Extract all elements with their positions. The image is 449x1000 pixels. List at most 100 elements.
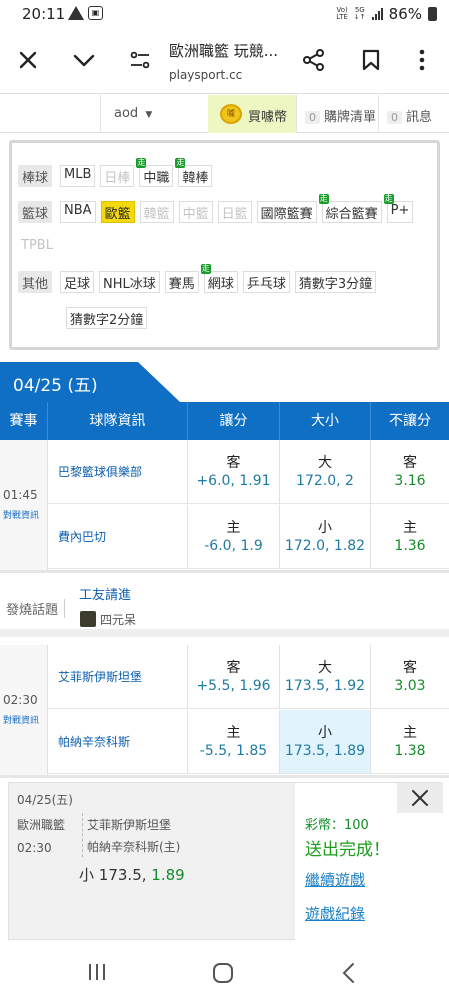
odds-value: +6.0, 1.91 bbox=[196, 473, 271, 489]
ticket-list-button[interactable]: 0 購牌清單 bbox=[296, 95, 378, 133]
share-icon[interactable] bbox=[300, 46, 328, 74]
sport-chip-guess3[interactable]: 猜數字3分鐘 bbox=[294, 271, 377, 293]
buy-coin-button[interactable]: 噱 買噱幣 bbox=[208, 95, 296, 133]
league-chip-nba[interactable]: NBA bbox=[60, 201, 96, 223]
bet-league: 歐洲職籃 bbox=[17, 818, 66, 832]
odds-value: -5.5, 1.85 bbox=[199, 743, 268, 759]
odds-spread-away[interactable]: 客 +6.0, 1.91 bbox=[188, 440, 280, 504]
match-info-link[interactable]: 對戰資訊 bbox=[3, 713, 39, 726]
team-name-away[interactable]: 巴黎籃球俱樂部 bbox=[48, 440, 188, 504]
recent-apps-icon[interactable] bbox=[86, 962, 108, 982]
back-icon[interactable] bbox=[338, 962, 360, 984]
notification-icon: ▣ bbox=[88, 6, 103, 20]
home-icon[interactable] bbox=[212, 962, 234, 984]
page-url[interactable]: playsport.cc bbox=[169, 68, 242, 82]
sport-chip-label: 網球 bbox=[207, 277, 234, 292]
game-time: 02:30 bbox=[3, 693, 38, 707]
hot-topic-author[interactable]: 四元呆 bbox=[100, 611, 136, 628]
close-icon bbox=[412, 790, 428, 806]
hot-topic-title[interactable]: 工友請進 bbox=[79, 584, 131, 603]
odds-side-label: 主 bbox=[226, 725, 241, 741]
odds-moneyline-away[interactable]: 客 3.03 bbox=[371, 645, 449, 709]
close-button[interactable] bbox=[397, 783, 443, 813]
author-avatar bbox=[80, 611, 96, 627]
message-count: 0 bbox=[387, 111, 402, 124]
odds-side-label: 客 bbox=[403, 660, 417, 676]
league-chip-kbl[interactable]: 韓籃 bbox=[139, 201, 174, 223]
messages-button[interactable]: 0 訊息 bbox=[378, 95, 449, 133]
coin-icon: 噱 bbox=[220, 104, 242, 124]
sport-chip-guess2[interactable]: 猜數字2分鐘 bbox=[66, 307, 148, 329]
team-name-home[interactable]: 費內巴切 bbox=[48, 505, 188, 569]
caret-down-icon: ▼ bbox=[145, 110, 153, 120]
league-chip-bleague[interactable]: 日籃 bbox=[217, 201, 252, 223]
hot-topic-banner: 發燒話題 工友請進 四元呆 bbox=[0, 573, 449, 637]
odds-value: 173.5, 1.92 bbox=[284, 678, 366, 694]
match-info-link[interactable]: 對戰資訊 bbox=[3, 508, 39, 521]
odds-moneyline-home[interactable]: 主 1.36 bbox=[371, 505, 449, 569]
league-chip-pplus[interactable]: 走 P+ bbox=[383, 194, 414, 223]
sport-chip-racing[interactable]: 賽馬 bbox=[164, 271, 199, 293]
live-tag: 走 bbox=[200, 264, 211, 274]
live-tag: 走 bbox=[175, 158, 186, 168]
odds-total-under[interactable]: 小 172.0, 1.82 bbox=[280, 505, 371, 569]
league-chip-tpbl[interactable]: TPBL bbox=[18, 237, 56, 259]
odds-spread-away[interactable]: 客 +5.5, 1.96 bbox=[188, 645, 280, 709]
buy-coin-label: 買噱幣 bbox=[248, 110, 288, 125]
sport-chip-soccer[interactable]: 足球 bbox=[60, 271, 95, 293]
odds-total-under-selected[interactable]: 小 173.5, 1.89 bbox=[280, 710, 371, 774]
sport-chip-tennis[interactable]: 走網球 bbox=[200, 264, 238, 293]
odds-spread-home[interactable]: 主 -5.5, 1.85 bbox=[188, 710, 280, 774]
header-total: 大小 bbox=[280, 402, 371, 440]
live-tag: 走 bbox=[136, 158, 147, 168]
league-chip-label: P+ bbox=[390, 203, 410, 218]
site-header: aod ▼ 噱 買噱幣 0 購牌清單 0 訊息 bbox=[0, 95, 449, 133]
chevron-down-icon[interactable] bbox=[70, 46, 98, 74]
team-name-away[interactable]: 艾菲斯伊斯坦堡 bbox=[48, 645, 188, 709]
header-event: 賽事 bbox=[0, 402, 48, 440]
odds-spread-home[interactable]: 主 -6.0, 1.9 bbox=[188, 505, 280, 569]
network-icon: Vo) LTE bbox=[336, 6, 348, 21]
odds-moneyline-away[interactable]: 客 3.16 bbox=[371, 440, 449, 504]
bet-status: 送出完成！ bbox=[305, 840, 390, 860]
page-settings-icon[interactable] bbox=[126, 46, 154, 74]
user-dropdown[interactable]: aod ▼ bbox=[100, 95, 208, 133]
5g-icon: 5G ↓↑ bbox=[353, 6, 366, 21]
bookmark-icon[interactable] bbox=[357, 46, 385, 74]
continue-game-link[interactable]: 繼續遊戲 bbox=[305, 869, 365, 890]
league-chip-cpbl[interactable]: 走中職 bbox=[136, 158, 174, 187]
header-spread: 讓分 bbox=[188, 402, 280, 440]
odds-total-over[interactable]: 大 172.0, 2 bbox=[280, 440, 371, 504]
odds-side-label: 大 bbox=[318, 660, 332, 676]
odds-side-label: 主 bbox=[403, 520, 417, 536]
sport-chip-pingpong[interactable]: 乒乓球 bbox=[242, 271, 290, 293]
game-history-link[interactable]: 遊戲紀錄 bbox=[305, 903, 365, 924]
warning-icon bbox=[68, 6, 84, 20]
battery-percent: 86% bbox=[388, 5, 422, 23]
league-chip-intl[interactable]: 國際籃賽 bbox=[256, 201, 317, 223]
league-chip-euroleague[interactable]: 歐籃 bbox=[100, 201, 135, 223]
sport-chip-nhl[interactable]: NHL冰球 bbox=[99, 271, 160, 293]
odds-side-label: 客 bbox=[226, 660, 241, 676]
league-chip-mlb[interactable]: MLB bbox=[60, 165, 96, 187]
odds-value: +5.5, 1.96 bbox=[196, 678, 271, 694]
odds-moneyline-home[interactable]: 主 1.38 bbox=[371, 710, 449, 774]
league-chip-npb[interactable]: 日棒 bbox=[100, 165, 135, 187]
more-menu-icon[interactable] bbox=[408, 46, 436, 74]
close-icon[interactable] bbox=[14, 46, 42, 74]
bet-pick-side: 小 bbox=[79, 866, 95, 884]
league-chip-kbo[interactable]: 走韓棒 bbox=[175, 158, 213, 187]
ticket-count: 0 bbox=[305, 111, 320, 124]
live-tag: 走 bbox=[318, 194, 329, 204]
game-time-cell: 01:45 對戰資訊 bbox=[0, 440, 48, 570]
league-chip-cba[interactable]: 中籃 bbox=[178, 201, 213, 223]
team-name-home[interactable]: 帕納辛奈科斯 bbox=[48, 710, 188, 774]
bet-pick-line: 173.5, bbox=[98, 866, 147, 884]
odds-total-over[interactable]: 大 173.5, 1.92 bbox=[280, 645, 371, 709]
browser-toolbar: 歐洲職籃 玩競... playsport.cc bbox=[0, 30, 449, 94]
status-time: 20:11 bbox=[22, 5, 66, 23]
odds-side-label: 客 bbox=[226, 455, 241, 471]
odds-side-label: 客 bbox=[403, 455, 417, 471]
odds-value: 1.38 bbox=[394, 743, 426, 759]
league-chip-mixed[interactable]: 走綜合籃賽 bbox=[318, 194, 382, 223]
